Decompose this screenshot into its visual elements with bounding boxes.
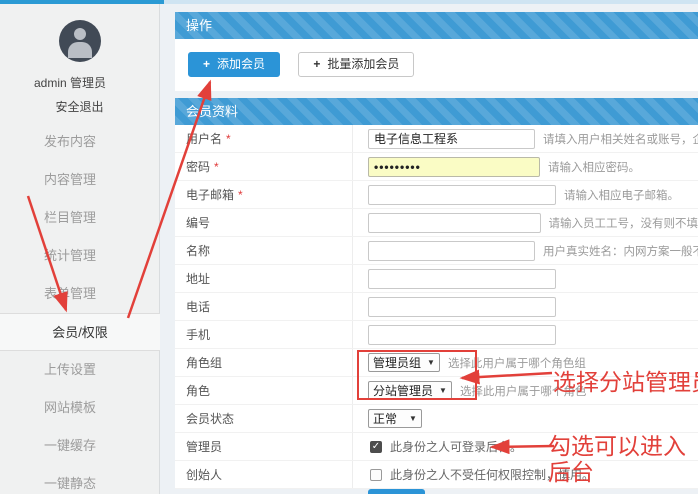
logout-link[interactable]: 安全退出 (10, 98, 150, 115)
sidebar-item-static[interactable]: 一键静态 (0, 465, 140, 494)
field-label: 手机 (186, 326, 210, 343)
checkbox-label: 此身份之人可登录后台。 (390, 438, 522, 455)
required-mark: * (226, 132, 231, 146)
member-status-select[interactable]: 正常▼ (368, 409, 422, 428)
field-label: 编号 (186, 214, 210, 231)
field-hint: 选择此用户属于哪个角色组 (448, 355, 586, 371)
add-member-button[interactable]: +添加会员 (188, 52, 280, 77)
phone-input[interactable] (368, 297, 556, 317)
batch-add-member-button[interactable]: +批量添加会员 (298, 52, 414, 77)
field-hint: 选择此用户属于哪个角色 (460, 383, 587, 399)
sidebar-item-publish[interactable]: 发布内容 (0, 123, 140, 161)
caret-down-icon: ▼ (439, 386, 447, 395)
username-input[interactable] (368, 129, 535, 149)
submit-button[interactable] (368, 489, 425, 494)
field-hint: 请输入员工工号，没有则不填 (549, 215, 698, 231)
form-row-number: 编号 请输入员工工号，没有则不填 (175, 209, 698, 237)
sidebar-menu: 发布内容 内容管理 栏目管理 统计管理 表单管理 会员/权限 上传设置 网站模板… (0, 123, 159, 494)
caret-down-icon: ▼ (427, 358, 435, 367)
sidebar: admin 管理员 安全退出 发布内容 内容管理 栏目管理 统计管理 表单管理 … (0, 4, 160, 494)
field-label: 管理员 (186, 438, 222, 455)
field-label: 密码 (186, 158, 210, 175)
form-row-rolegroup: 角色组 管理员组▼ 选择此用户属于哪个角色组 (175, 349, 698, 377)
person-icon-body (68, 42, 92, 58)
form-row-username: 用户名 * 请填入用户相关姓名或账号，企业 (175, 125, 698, 153)
sidebar-item-content[interactable]: 内容管理 (0, 161, 140, 199)
field-hint: 请输入相应密码。 (548, 159, 640, 175)
user-box: admin 管理员 安全退出 (0, 4, 159, 115)
required-mark: * (238, 188, 243, 202)
required-mark: * (214, 160, 219, 174)
member-form-header: 会员资料 (175, 98, 698, 125)
sidebar-item-category[interactable]: 栏目管理 (0, 199, 140, 237)
operations-header: 操作 (175, 12, 698, 39)
field-label: 地址 (186, 270, 210, 287)
sidebar-item-upload[interactable]: 上传设置 (0, 351, 140, 389)
admin-checkbox[interactable]: ✓ (370, 441, 382, 453)
sidebar-item-cache[interactable]: 一键缓存 (0, 427, 140, 465)
password-input[interactable] (368, 157, 540, 177)
founder-checkbox[interactable] (370, 469, 382, 481)
form-row-mobile: 手机 (175, 321, 698, 349)
role-group-select[interactable]: 管理员组▼ (368, 353, 440, 372)
field-hint: 请输入相应电子邮箱。 (564, 187, 679, 203)
plus-icon: + (203, 57, 210, 71)
form-row-password: 密码 * 请输入相应密码。 (175, 153, 698, 181)
realname-input[interactable] (368, 241, 535, 261)
sidebar-item-forms[interactable]: 表单管理 (0, 275, 140, 313)
field-label: 电子邮箱 (186, 186, 234, 203)
operations-panel: 操作 +添加会员 +批量添加会员 (175, 12, 698, 91)
sidebar-item-template[interactable]: 网站模板 (0, 389, 140, 427)
field-label: 会员状态 (186, 410, 234, 427)
role-select[interactable]: 分站管理员▼ (368, 381, 452, 400)
field-label: 电话 (186, 298, 210, 315)
form-row-role: 角色 分站管理员▼ 选择此用户属于哪个角色 (175, 377, 698, 405)
sidebar-item-members[interactable]: 会员/权限 (0, 313, 160, 351)
plus-icon: + (313, 57, 320, 71)
caret-down-icon: ▼ (409, 414, 417, 423)
form-row-admin: 管理员 ✓ 此身份之人可登录后台。 (175, 433, 698, 461)
field-label: 角色 (186, 382, 210, 399)
person-icon (74, 28, 86, 40)
sidebar-item-stats[interactable]: 统计管理 (0, 237, 140, 275)
field-hint: 用户真实姓名：内网方案一般不填 (543, 243, 698, 259)
form-row-phone: 电话 (175, 293, 698, 321)
user-name: admin 管理员 (0, 74, 140, 91)
form-row-email: 电子邮箱 * 请输入相应电子邮箱。 (175, 181, 698, 209)
form-row-founder: 创始人 此身份之人不受任何权限控制，慎用。 (175, 461, 698, 489)
mobile-input[interactable] (368, 325, 556, 345)
field-label: 用户名 (186, 130, 222, 147)
form-row-name: 名称 用户真实姓名：内网方案一般不填 (175, 237, 698, 265)
checkbox-label: 此身份之人不受任何权限控制，慎用。 (390, 466, 594, 483)
field-label: 名称 (186, 242, 210, 259)
field-label: 角色组 (186, 354, 222, 371)
form-row-address: 地址 (175, 265, 698, 293)
address-input[interactable] (368, 269, 556, 289)
field-hint: 请填入用户相关姓名或账号，企业 (543, 131, 698, 147)
form-row-status: 会员状态 正常▼ (175, 405, 698, 433)
email-input[interactable] (368, 185, 556, 205)
member-form-panel: 会员资料 用户名 * 请填入用户相关姓名或账号，企业 密码 * 请输入相应密码。 电… (175, 98, 698, 489)
number-input[interactable] (368, 213, 541, 233)
main-area: 操作 +添加会员 +批量添加会员 会员资料 用户名 * 请填入用户相关姓名或账号，… (160, 4, 698, 494)
user-avatar (59, 20, 101, 62)
field-label: 创始人 (186, 466, 222, 483)
